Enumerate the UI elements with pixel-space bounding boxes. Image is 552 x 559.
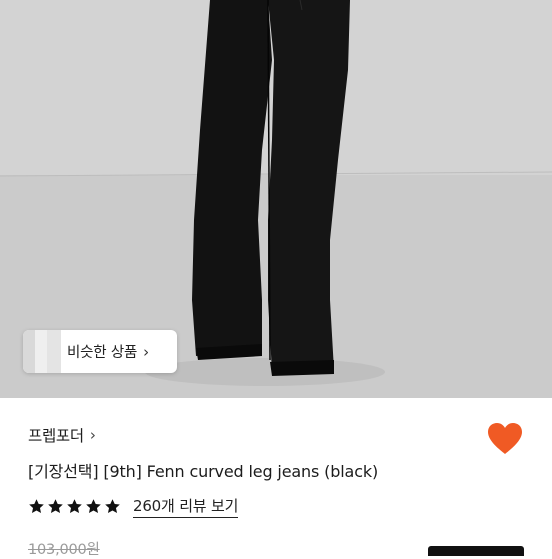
product-photo[interactable]: 비슷한 상품 › <box>0 0 552 398</box>
seller-name: 프렙포더 <box>28 427 84 445</box>
star-icon <box>29 498 44 513</box>
similar-products-button[interactable]: 비슷한 상품 › <box>23 330 177 373</box>
similar-products-label: 비슷한 상품 <box>67 345 138 361</box>
heart-icon[interactable] <box>486 422 524 456</box>
star-icon <box>48 498 63 513</box>
original-price: 103,000원 <box>28 542 100 558</box>
wishlist-heart-icon <box>488 423 522 454</box>
chevron-right-icon: › <box>143 342 150 361</box>
star-icon <box>67 498 82 513</box>
review-link[interactable]: 260개 리뷰 보기 <box>133 495 238 518</box>
seller-link[interactable]: 프렙포더 › <box>28 424 96 446</box>
buy-button[interactable] <box>428 546 524 556</box>
rating-stars <box>28 498 121 515</box>
product-title: [기장선택] [9th] Fenn curved leg jeans (blac… <box>28 462 379 481</box>
chevron-right-icon: › <box>89 426 96 444</box>
star-icon <box>86 498 101 513</box>
similar-products-thumbnails <box>23 330 61 373</box>
star-icon <box>105 498 120 513</box>
rating-row: 260개 리뷰 보기 <box>28 494 238 518</box>
